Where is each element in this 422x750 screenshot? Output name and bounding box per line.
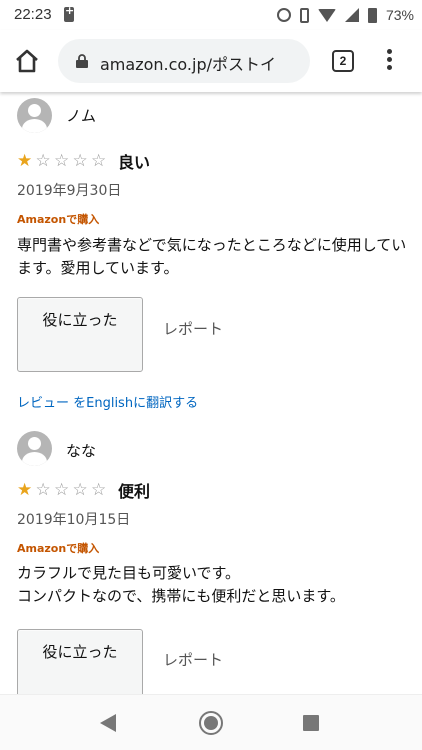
- avatar-icon: [17, 98, 52, 133]
- review-title[interactable]: 便利: [118, 478, 150, 502]
- home-icon: [16, 49, 38, 73]
- star-icon: ☆: [35, 480, 51, 500]
- star-icon: ☆: [72, 480, 88, 500]
- browser-toolbar: amazon.co.jp/ポストイ 2: [0, 30, 422, 92]
- star-icon: ★: [17, 480, 33, 500]
- verified-purchase-badge: Amazonで購入: [17, 213, 100, 226]
- status-icons: 73%: [276, 5, 414, 25]
- translate-link[interactable]: レビュー をEnglishに翻訳する: [17, 392, 198, 411]
- url-bar[interactable]: amazon.co.jp/ポストイ: [58, 39, 310, 83]
- reviewer-name: なな: [66, 442, 97, 460]
- review-body: カラフルで見た目も可愛いです。 コンパクトなので、携帯にも便利だと思います。: [17, 564, 345, 605]
- back-icon[interactable]: [100, 714, 116, 732]
- circle-home-icon[interactable]: [199, 711, 223, 735]
- review-item: ノム ★ ☆ ☆ ☆ ☆ 良い 2019年9月30日 Amazonで購入 専門書…: [17, 98, 412, 411]
- verified-purchase-badge: Amazonで購入: [17, 542, 100, 555]
- vibrate-icon: [299, 7, 309, 23]
- star-rating: ★ ☆ ☆ ☆ ☆: [17, 481, 110, 499]
- wifi-icon: [317, 8, 336, 22]
- recents-icon[interactable]: [303, 715, 319, 731]
- helpful-button[interactable]: 役に立った: [17, 629, 143, 694]
- lock-icon: [76, 54, 88, 68]
- reviews-list[interactable]: ノム ★ ☆ ☆ ☆ ☆ 良い 2019年9月30日 Amazonで購入 専門書…: [0, 92, 422, 694]
- star-rating: ★ ☆ ☆ ☆ ☆: [17, 152, 110, 170]
- more-menu-icon: [386, 49, 392, 54]
- star-icon: ☆: [91, 480, 107, 500]
- avatar-icon: [17, 431, 52, 466]
- star-icon: ★: [17, 151, 33, 171]
- reviewer-name: ノム: [66, 107, 97, 125]
- helpful-button[interactable]: 役に立った: [17, 297, 143, 372]
- alarm-icon: [276, 8, 291, 22]
- review-item: なな ★ ☆ ☆ ☆ ☆ 便利 2019年10月15日 Amazonで購入 カラ…: [17, 431, 412, 694]
- star-icon: ☆: [54, 480, 70, 500]
- status-time: 22:23: [14, 6, 52, 23]
- battery-percent: 73%: [385, 7, 414, 23]
- star-icon: ☆: [35, 151, 51, 171]
- report-link[interactable]: レポート: [163, 649, 223, 670]
- more-menu-button[interactable]: [384, 49, 394, 73]
- home-button[interactable]: [14, 48, 40, 74]
- tab-switcher-button[interactable]: 2: [332, 50, 354, 72]
- report-link[interactable]: レポート: [163, 318, 223, 339]
- battery-saver-icon: [64, 4, 74, 22]
- review-title[interactable]: 良い: [118, 149, 150, 173]
- review-date: 2019年9月30日: [17, 183, 122, 199]
- system-nav-bar: [0, 694, 422, 750]
- star-icon: ☆: [91, 151, 107, 171]
- signal-icon: [344, 8, 359, 22]
- url-text: amazon.co.jp/ポストイ: [100, 55, 276, 74]
- star-icon: ☆: [72, 151, 88, 171]
- review-body: 専門書や参考書などで気になったところなどに使用しています。愛用しています。: [17, 236, 407, 277]
- star-icon: ☆: [54, 151, 70, 171]
- status-bar: 22:23 73%: [0, 0, 422, 30]
- battery-icon: [367, 7, 377, 23]
- review-date: 2019年10月15日: [17, 512, 131, 528]
